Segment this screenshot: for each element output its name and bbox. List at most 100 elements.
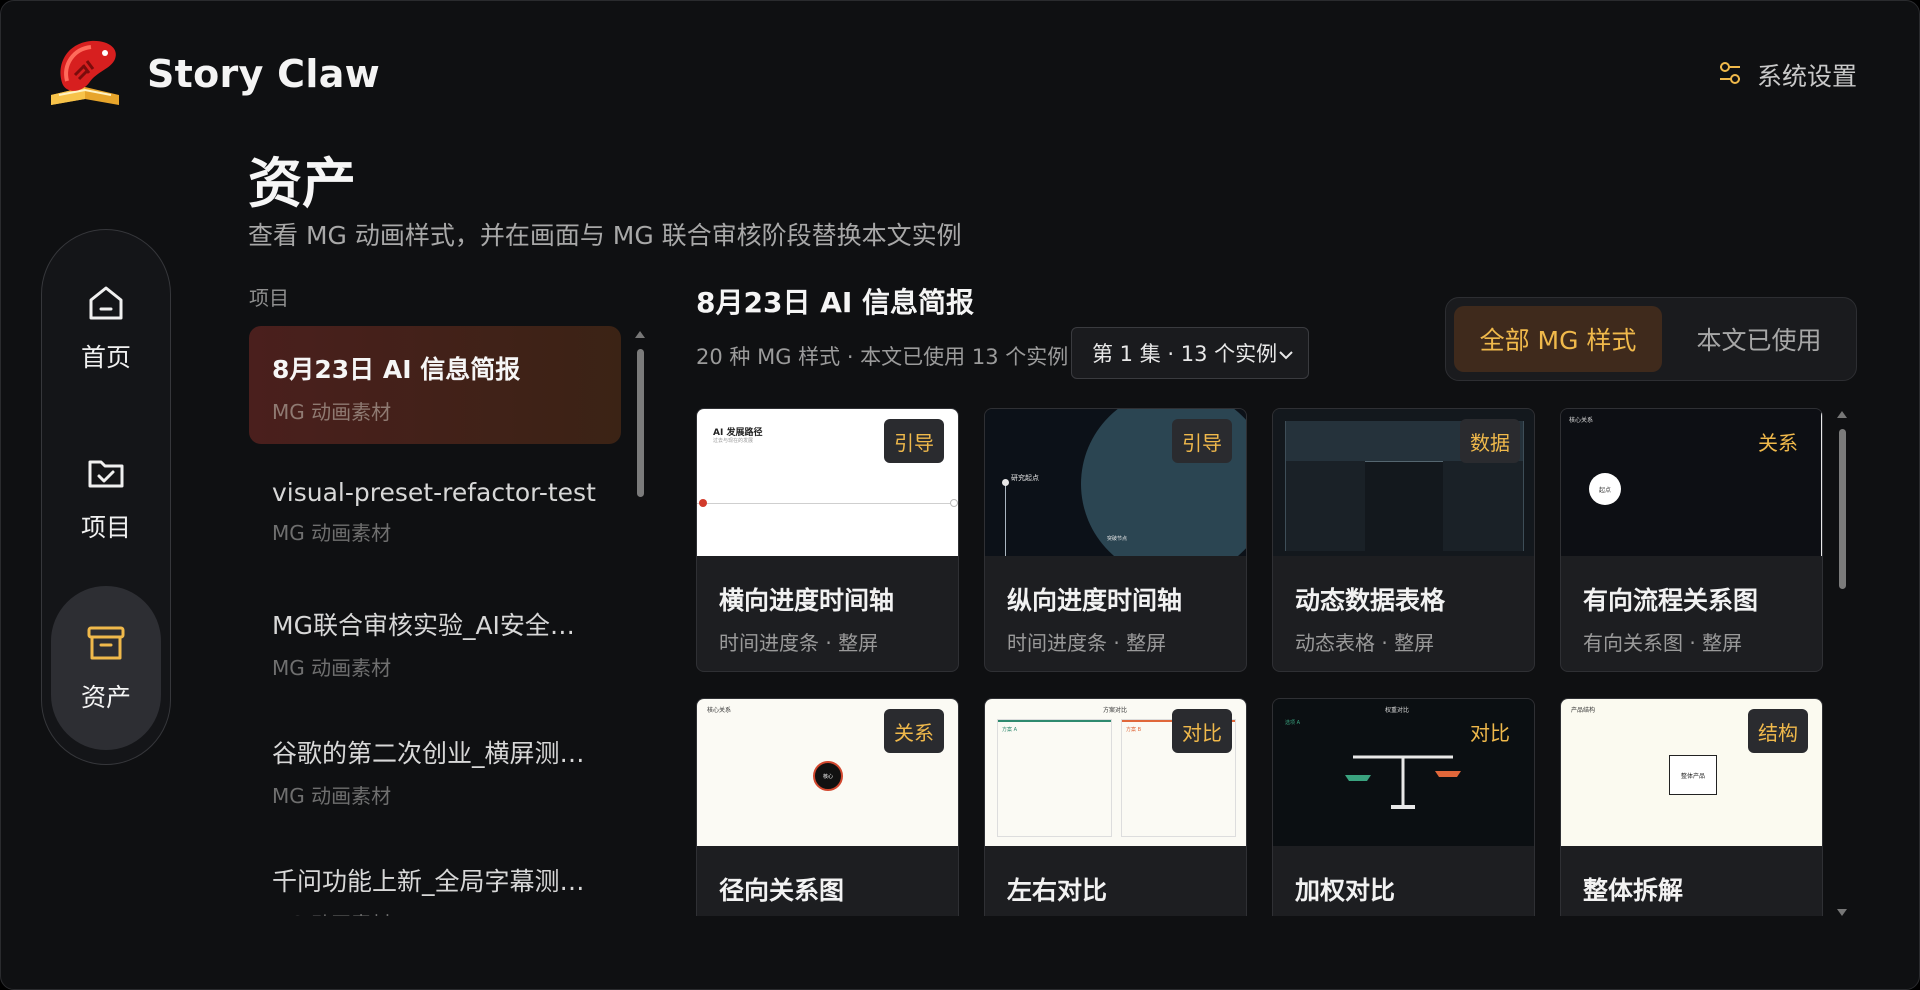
mg-style-card[interactable]: 核心关系 起点 关系 有向流程关系图 有向关系图 · 整屏 — [1560, 408, 1823, 672]
timeline-dot — [950, 499, 958, 507]
app-name: Story Claw — [147, 52, 381, 96]
table-column — [1443, 461, 1524, 551]
project-type: MG 动画素材 — [272, 908, 598, 916]
card-subtitle: 动态表格 · 整屏 — [1295, 631, 1435, 655]
detail-meta: 20 种 MG 样式 · 本文已使用 13 个实例 — [696, 345, 1069, 369]
scroll-up-arrow-icon[interactable] — [1837, 411, 1847, 418]
project-item[interactable]: MG联合审核实验_AI安全评... MG 动画素材 — [249, 582, 621, 700]
mg-style-card[interactable]: 数据 动态数据表格 动态表格 · 整屏 — [1272, 408, 1535, 672]
timeline-line — [1005, 481, 1006, 556]
card-category-badge: 对比 — [1470, 720, 1510, 745]
card-title: 横向进度时间轴 — [719, 586, 895, 615]
thumb-node-label: 核心 — [822, 773, 833, 780]
compare-accent — [998, 720, 1111, 722]
card-title: 纵向进度时间轴 — [1007, 586, 1183, 615]
nav-label-assets: 资产 — [80, 683, 131, 712]
projects-heading: 项目 — [249, 286, 289, 310]
style-filter-toggle: 全部 MG 样式 本文已使用 — [1445, 297, 1857, 381]
project-item[interactable]: 谷歌的第二次创业_横屏测试... MG 动画素材 — [249, 710, 621, 828]
nav-item-projects[interactable]: 项目 — [51, 416, 161, 580]
project-list: 8月23日 AI 信息简报 MG 动画素材 visual-preset-refa… — [249, 326, 621, 916]
thumb-node: 核心 — [813, 761, 843, 791]
detail-title: 8月23日 AI 信息简报 — [696, 286, 975, 319]
system-settings-button[interactable]: 系统设置 — [1717, 57, 1857, 93]
sliders-icon — [1717, 60, 1743, 90]
scrollbar-thumb[interactable] — [637, 349, 644, 497]
scrollbar-thumb[interactable] — [1839, 429, 1846, 589]
thumb-title: 权重对比 — [1385, 707, 1410, 714]
thumb-note: 突破节点 — [1107, 536, 1128, 542]
card-subtitle: 时间进度条 · 整屏 — [719, 631, 879, 655]
card-category-badge: 引导 — [884, 419, 944, 463]
nav-item-assets[interactable]: 资产 — [51, 586, 161, 750]
sidebar-nav: 首页 项目 资产 — [41, 229, 171, 765]
scroll-up-arrow-icon[interactable] — [635, 331, 645, 338]
grid-scrollbar[interactable] — [1837, 411, 1849, 916]
episode-select-value: 第 1 集 · 13 个实例 — [1092, 342, 1278, 366]
project-name: 千问功能上新_全局字幕测试... — [272, 867, 598, 896]
compare-panel-left: 方案 A — [997, 719, 1112, 837]
project-item[interactable]: 千问功能上新_全局字幕测试... MG 动画素材 — [249, 838, 621, 916]
scroll-down-arrow-icon[interactable] — [1837, 909, 1847, 916]
mg-style-card[interactable]: 核心关系 核心 关系 径向关系图 — [696, 698, 959, 916]
nav-label-home: 首页 — [80, 343, 131, 372]
thumb-title: 核心关系 — [1569, 417, 1594, 424]
card-title: 加权对比 — [1295, 876, 1396, 905]
scale-graphic — [1345, 755, 1461, 809]
project-type: MG 动画素材 — [272, 400, 392, 424]
home-icon — [85, 282, 127, 328]
card-category-badge: 关系 — [1758, 430, 1798, 455]
project-type: MG 动画素材 — [272, 784, 392, 808]
card-title: 径向关系图 — [719, 876, 845, 905]
app-window: Story Claw 系统设置 首页 项目 资产 资产 查看 MG 动画样式，并… — [0, 0, 1920, 990]
thumb-title: 方案对比 — [1103, 707, 1128, 714]
project-item[interactable]: visual-preset-refactor-test MG 动画素材 — [249, 454, 621, 572]
page-subtitle: 查看 MG 动画样式，并在画面与 MG 联合审核阶段替换本文实例 — [248, 221, 962, 250]
brand[interactable]: Story Claw — [45, 35, 380, 113]
project-list-scrollbar[interactable] — [635, 331, 647, 916]
mg-style-card[interactable]: AI 发展路径 过去与现在的发展 引导 横向进度时间轴 时间进度条 · 整屏 — [696, 408, 959, 672]
project-name: 谷歌的第二次创业_横屏测试... — [272, 739, 598, 768]
nav-label-projects: 项目 — [80, 513, 131, 542]
chevron-down-icon — [1278, 346, 1294, 365]
toggle-all-styles[interactable]: 全部 MG 样式 — [1454, 306, 1662, 372]
project-name: 8月23日 AI 信息简报 — [272, 355, 521, 384]
table-rule — [1285, 421, 1286, 551]
page-title: 资产 — [248, 152, 356, 215]
mg-style-card[interactable]: 产品结构 整体产品 结构 整体拆解 — [1560, 698, 1823, 916]
thumb-note: 过去与现在的发展 — [713, 438, 754, 444]
table-rule — [1523, 421, 1524, 551]
thumb-note: 方案 B — [1126, 727, 1142, 733]
mg-style-card[interactable]: 权重对比 选项 A 对比 加权对比 — [1272, 698, 1535, 916]
mg-style-card[interactable]: 研究起点 突破节点 引导 纵向进度时间轴 时间进度条 · 整屏 — [984, 408, 1247, 672]
timeline-dot — [699, 499, 707, 507]
folder-check-icon — [85, 452, 127, 498]
card-title: 有向流程关系图 — [1583, 586, 1759, 615]
card-subtitle: 时间进度条 · 整屏 — [1007, 631, 1167, 655]
card-title: 动态数据表格 — [1295, 586, 1446, 615]
thumb-note: 方案 A — [1002, 727, 1018, 733]
thumb-node-label: 整体产品 — [1680, 772, 1705, 780]
story-claw-logo-icon — [45, 35, 125, 113]
thumb-title: 研究起点 — [1011, 474, 1039, 482]
card-subtitle: 有向关系图 · 整屏 — [1583, 631, 1743, 655]
episode-select[interactable]: 第 1 集 · 13 个实例 — [1071, 327, 1309, 379]
timeline-dot — [1002, 479, 1009, 486]
card-title: 左右对比 — [1007, 876, 1108, 905]
thumb-note: 选项 A — [1285, 720, 1301, 726]
project-name: MG联合审核实验_AI安全评... — [272, 611, 598, 640]
thumb-title: 产品结构 — [1571, 707, 1596, 714]
mg-style-card[interactable]: 方案对比 方案 A 方案 B 对比 左右对比 — [984, 698, 1247, 916]
card-category-badge: 结构 — [1748, 709, 1808, 753]
timeline-line — [697, 503, 958, 504]
thumb-edge — [1821, 409, 1822, 556]
table-column — [1285, 461, 1365, 551]
card-category-badge: 引导 — [1172, 419, 1232, 463]
project-type: MG 动画素材 — [272, 521, 392, 545]
thumb-node: 起点 — [1589, 473, 1621, 505]
card-category-badge: 数据 — [1460, 419, 1520, 463]
thumb-title: 核心关系 — [707, 707, 732, 714]
nav-item-home[interactable]: 首页 — [51, 246, 161, 410]
toggle-used-styles[interactable]: 本文已使用 — [1668, 306, 1850, 372]
project-item[interactable]: 8月23日 AI 信息简报 MG 动画素材 — [249, 326, 621, 444]
